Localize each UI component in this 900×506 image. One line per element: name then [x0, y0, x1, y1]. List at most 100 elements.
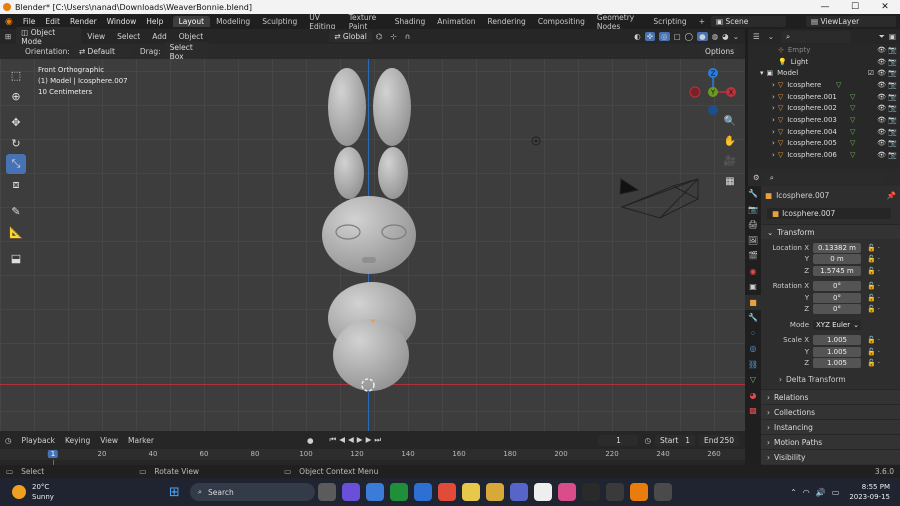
- menu-help[interactable]: Help: [141, 17, 168, 26]
- new-collection-icon[interactable]: ▣: [889, 32, 896, 41]
- select-box-tool-icon[interactable]: ⬚: [6, 65, 26, 85]
- relations-panel-header[interactable]: › Relations: [761, 389, 900, 404]
- keyframe-dot-icon[interactable]: ·: [878, 282, 880, 290]
- menu-select[interactable]: Select: [111, 32, 146, 41]
- volume-icon[interactable]: 🔊: [816, 488, 826, 497]
- end-frame-field[interactable]: End 250: [699, 434, 739, 446]
- tab-shading[interactable]: Shading: [389, 16, 431, 27]
- render-camera-icon[interactable]: 📷: [888, 93, 897, 101]
- editor-type-icon[interactable]: ⊞: [0, 32, 16, 41]
- scene-selector[interactable]: ▣ Scene: [711, 16, 786, 27]
- app-m-icon[interactable]: [533, 483, 552, 501]
- visibility-eye-icon[interactable]: 👁: [877, 58, 886, 66]
- visibility-eye-icon[interactable]: 👁: [877, 128, 886, 136]
- timeline-ruler[interactable]: 1 20 40 60 80 100 120 140 160 180 200 22…: [0, 449, 745, 460]
- menu-add[interactable]: Add: [146, 32, 173, 41]
- outliner-row-object[interactable]: › ▽ Icosphere.004 ▽ 👁 📷: [748, 126, 900, 138]
- data-tab-icon[interactable]: ▽: [745, 372, 761, 388]
- visibility-eye-icon[interactable]: 👁: [877, 116, 886, 124]
- app-red-icon[interactable]: [437, 483, 456, 501]
- unreal-icon[interactable]: [605, 483, 624, 501]
- file-explorer-icon[interactable]: [485, 483, 504, 501]
- keyframe-dot-icon[interactable]: ·: [878, 294, 880, 302]
- scene-tab-icon[interactable]: 🎬: [745, 248, 761, 264]
- weather-sun-icon[interactable]: [12, 485, 26, 499]
- render-camera-icon[interactable]: 📷: [888, 116, 897, 124]
- current-frame-field[interactable]: 1: [598, 434, 639, 446]
- menu-render[interactable]: Render: [65, 17, 102, 26]
- lock-icon[interactable]: 🔓: [867, 255, 876, 263]
- collection-tab-icon[interactable]: ▣: [745, 279, 761, 295]
- menu-marker[interactable]: Marker: [123, 436, 159, 445]
- expand-chevron-icon[interactable]: ›: [772, 81, 775, 89]
- viewlayer-selector[interactable]: ▤ ViewLayer: [806, 16, 896, 27]
- wireframe-shading-icon[interactable]: ◯: [685, 32, 693, 41]
- lock-icon[interactable]: 🔓: [867, 305, 876, 313]
- rotation-mode-dropdown[interactable]: XYZ Euler ⌄: [813, 319, 861, 330]
- gizmo-toggle-icon[interactable]: ✜: [644, 32, 656, 41]
- outliner-row-model-collection[interactable]: ▾ ▣ Model ☑ 👁 📷: [748, 67, 900, 79]
- render-camera-icon[interactable]: 📷: [888, 46, 897, 54]
- teams-chat-icon[interactable]: [341, 483, 360, 501]
- tab-sculpting[interactable]: Sculpting: [256, 16, 303, 27]
- menu-timeline-view[interactable]: View: [95, 436, 123, 445]
- snap-icon[interactable]: ⊹: [386, 32, 400, 41]
- location-y-field[interactable]: 0 m: [813, 254, 861, 265]
- menu-object[interactable]: Object: [173, 32, 209, 41]
- taskbar-clock[interactable]: 8:55 PM 2023-09-15: [849, 482, 890, 502]
- physics-tab-icon[interactable]: ◎: [745, 341, 761, 357]
- 3d-viewport[interactable]: ⬚ ⊕ ✥ ↻ ⤡ ⧈ ✎ 📐 ⬓ Front Orthographic (1)…: [0, 59, 745, 431]
- maximize-icon[interactable]: ☐: [840, 2, 870, 12]
- visibility-icon[interactable]: ◐: [634, 32, 641, 41]
- collapse-chevron-icon[interactable]: ▾: [760, 69, 764, 77]
- scale-y-field[interactable]: 1.005: [813, 346, 861, 357]
- shading-options-icon[interactable]: ⌄: [733, 32, 739, 41]
- lock-icon[interactable]: 🔓: [867, 244, 876, 252]
- add-workspace-button[interactable]: +: [693, 16, 711, 27]
- outliner-row-light[interactable]: 💡 Light 👁 📷: [748, 56, 900, 68]
- chrome-icon[interactable]: [461, 483, 480, 501]
- outliner-row-object[interactable]: › ▽ Icosphere.003 ▽ 👁 📷: [748, 114, 900, 126]
- keyframe-dot-icon[interactable]: ·: [878, 348, 880, 356]
- transform-panel-header[interactable]: ⌄ Transform: [761, 224, 900, 239]
- visibility-eye-icon[interactable]: 👁: [877, 104, 886, 112]
- keyframe-dot-icon[interactable]: ·: [878, 267, 880, 275]
- menu-view[interactable]: View: [81, 32, 111, 41]
- camera-view-icon[interactable]: 🎥: [722, 153, 738, 169]
- store-icon[interactable]: [413, 483, 432, 501]
- menu-window[interactable]: Window: [102, 17, 142, 26]
- world-tab-icon[interactable]: ◉: [745, 264, 761, 280]
- outliner-editor-icon[interactable]: ☰: [748, 32, 765, 41]
- outliner-row-object[interactable]: › ▽ Icosphere ▽ 👁 📷: [748, 79, 900, 91]
- visibility-eye-icon[interactable]: 👁: [877, 151, 886, 159]
- lock-icon[interactable]: 🔓: [867, 359, 876, 367]
- expand-chevron-icon[interactable]: ›: [772, 116, 775, 124]
- camera-object[interactable]: [619, 178, 700, 219]
- wifi-icon[interactable]: ◠: [803, 488, 810, 497]
- tab-compositing[interactable]: Compositing: [532, 16, 591, 27]
- weather-widget[interactable]: 20°C Sunny: [32, 482, 54, 502]
- tab-animation[interactable]: Animation: [431, 16, 481, 27]
- tray-chevron-icon[interactable]: ⌃: [790, 488, 797, 497]
- start-frame-field[interactable]: Start 1: [655, 434, 695, 446]
- visibility-eye-icon[interactable]: 👁: [877, 93, 886, 101]
- tool-tab-icon[interactable]: 🔧: [745, 186, 761, 202]
- material-shading-icon[interactable]: ◍: [712, 32, 719, 41]
- render-camera-icon[interactable]: 📷: [888, 128, 897, 136]
- minimize-icon[interactable]: —: [810, 2, 840, 12]
- taskbar-search-box[interactable]: ⌕ Search: [189, 483, 315, 501]
- render-camera-icon[interactable]: 📷: [888, 81, 897, 89]
- preview-range-icon[interactable]: ◷: [644, 436, 651, 445]
- keyframe-dot-icon[interactable]: ·: [878, 359, 880, 367]
- measure-tool-icon[interactable]: 📐: [6, 222, 26, 242]
- overlay-toggle-icon[interactable]: ◎: [659, 32, 670, 41]
- menu-edit[interactable]: Edit: [40, 17, 65, 26]
- lock-icon[interactable]: 🔓: [867, 282, 876, 290]
- xray-icon[interactable]: ▢: [674, 32, 681, 41]
- object-datablock-field[interactable]: ■ Icosphere.007: [767, 207, 891, 219]
- outliner-row-empty[interactable]: ⊹ Empty 👁 📷: [748, 44, 900, 56]
- visibility-eye-icon[interactable]: 👁: [877, 69, 886, 77]
- render-camera-icon[interactable]: 📷: [888, 151, 897, 159]
- expand-chevron-icon[interactable]: ›: [772, 139, 775, 147]
- properties-editor-icon[interactable]: ⚙: [748, 173, 765, 182]
